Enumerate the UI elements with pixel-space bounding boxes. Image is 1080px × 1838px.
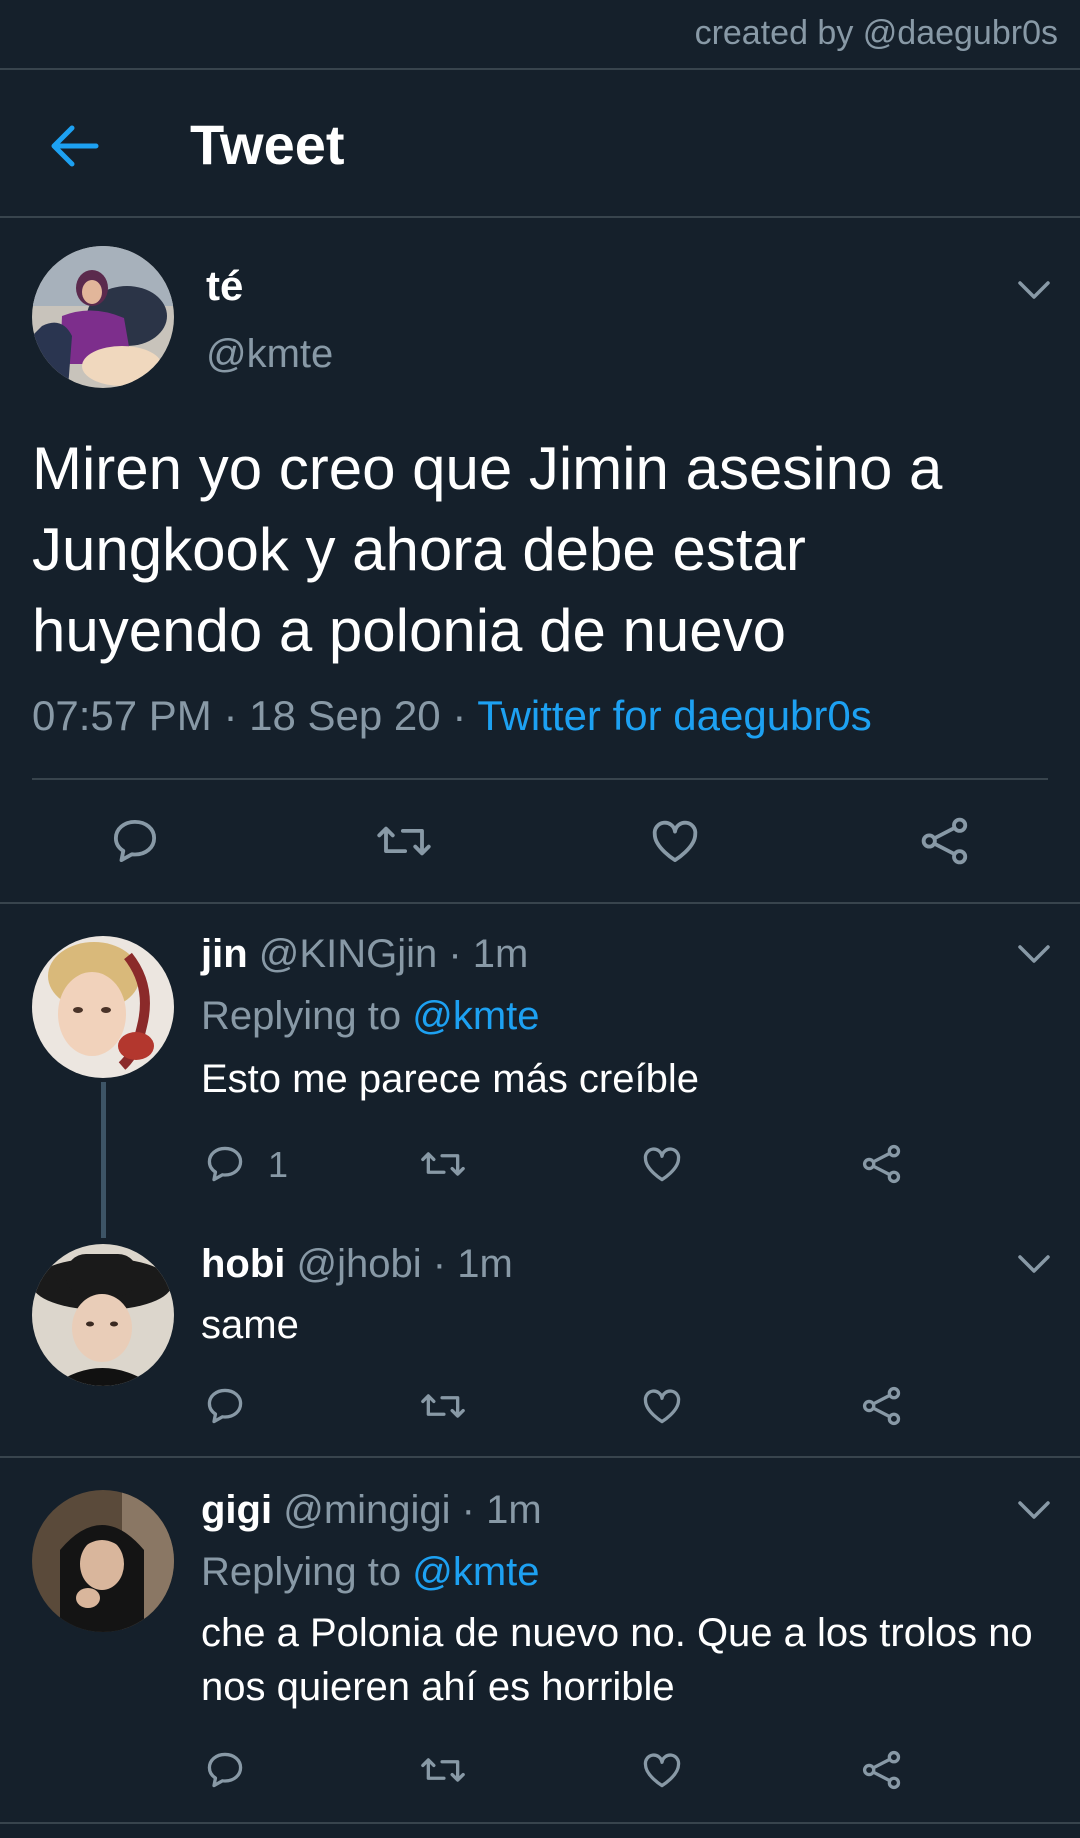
tweet-author-handle[interactable]: @kmte xyxy=(206,332,333,377)
reply-author-handle[interactable]: @jhobi xyxy=(297,1242,422,1286)
back-button[interactable] xyxy=(46,118,102,174)
tweet-author-name[interactable]: té xyxy=(206,262,243,310)
retweet-icon xyxy=(421,1152,465,1176)
tweet-date: 18 Sep 20 xyxy=(249,692,441,739)
chevron-down-icon xyxy=(1018,945,1050,963)
avatar[interactable] xyxy=(32,246,174,388)
share-icon xyxy=(862,1386,901,1426)
divider xyxy=(0,1456,1080,1458)
tweet-text: Miren yo creo que Jimin asesino a Jungko… xyxy=(32,435,943,664)
retweet-icon xyxy=(377,826,431,856)
reply-header: gigi @mingigi · 1m xyxy=(201,1488,542,1533)
like-button[interactable] xyxy=(640,1142,684,1186)
reply-author-handle[interactable]: @KINGjin xyxy=(259,932,437,976)
separator: · xyxy=(432,1242,447,1286)
reply-header: jin @KINGjin · 1m xyxy=(201,932,528,977)
reply-age: 1m xyxy=(472,932,529,976)
retweet-button[interactable] xyxy=(418,1142,468,1186)
more-button[interactable] xyxy=(1016,278,1052,302)
tweet-meta: 07:57 PM · 18 Sep 20 · Twitter for daegu… xyxy=(32,692,872,740)
credit-label: created by @daegubr0s xyxy=(694,14,1058,52)
reply-count: 1 xyxy=(268,1144,289,1185)
retweet-button[interactable] xyxy=(374,814,434,868)
arrow-left-icon xyxy=(51,125,99,167)
reply-age: 1m xyxy=(486,1488,542,1532)
divider xyxy=(0,902,1080,904)
reply-button[interactable] xyxy=(203,1384,247,1428)
replying-to: Replying to @kmte xyxy=(201,994,540,1039)
heart-icon xyxy=(643,1753,681,1788)
more-button[interactable] xyxy=(1016,942,1052,966)
reply-age: 1m xyxy=(457,1242,513,1286)
tweet-time: 07:57 PM xyxy=(32,692,212,739)
share-icon xyxy=(862,1144,901,1184)
share-button[interactable] xyxy=(918,814,972,868)
heart-icon xyxy=(652,820,698,863)
divider xyxy=(0,68,1080,70)
separator: · xyxy=(223,692,238,739)
separator: · xyxy=(452,692,467,739)
like-button[interactable] xyxy=(648,814,702,868)
retweet-icon xyxy=(421,1758,465,1782)
comment-icon xyxy=(207,1146,243,1182)
like-button[interactable] xyxy=(640,1384,684,1428)
page-title: Tweet xyxy=(190,113,345,176)
reply-text: che a Polonia de nuevo no. Que a los tro… xyxy=(201,1611,1033,1709)
reply-author-name[interactable]: hobi xyxy=(201,1242,285,1286)
comment-icon xyxy=(207,1388,243,1424)
reply-header: hobi @jhobi · 1m xyxy=(201,1242,513,1287)
replying-to-prefix: Replying to xyxy=(201,994,402,1038)
replying-to-link[interactable]: @kmte xyxy=(412,994,539,1038)
replying-to-link[interactable]: @kmte xyxy=(412,1550,539,1594)
avatar[interactable] xyxy=(32,1244,174,1386)
replying-to-prefix: Replying to xyxy=(201,1550,402,1594)
more-button[interactable] xyxy=(1016,1252,1052,1276)
reply-button[interactable] xyxy=(203,1748,247,1792)
chevron-down-icon xyxy=(1018,1255,1050,1273)
heart-icon xyxy=(643,1147,681,1182)
share-icon xyxy=(921,817,968,865)
divider xyxy=(0,1822,1080,1824)
reply-text: Esto me parece más creíble xyxy=(201,1057,699,1101)
retweet-icon xyxy=(421,1394,465,1418)
chevron-down-icon xyxy=(1018,1501,1050,1519)
share-button[interactable] xyxy=(860,1748,904,1792)
avatar[interactable] xyxy=(32,936,174,1078)
share-button[interactable] xyxy=(860,1384,904,1428)
divider xyxy=(32,778,1048,780)
tweet-source-link[interactable]: Twitter for daegubr0s xyxy=(477,692,872,739)
share-button[interactable] xyxy=(860,1142,904,1186)
retweet-button[interactable] xyxy=(418,1384,468,1428)
more-button[interactable] xyxy=(1016,1498,1052,1522)
comment-icon xyxy=(207,1752,243,1788)
like-button[interactable] xyxy=(640,1748,684,1792)
avatar[interactable] xyxy=(32,1490,174,1632)
thread-line xyxy=(101,1082,106,1238)
reply-author-handle[interactable]: @mingigi xyxy=(283,1488,450,1532)
divider xyxy=(0,216,1080,218)
chevron-down-icon xyxy=(1018,281,1050,299)
heart-icon xyxy=(643,1389,681,1424)
replying-to: Replying to @kmte xyxy=(201,1550,540,1595)
reply-button[interactable] xyxy=(203,1142,247,1186)
separator: · xyxy=(461,1488,475,1532)
reply-text: same xyxy=(201,1303,299,1347)
reply-author-name[interactable]: gigi xyxy=(201,1488,272,1532)
retweet-button[interactable] xyxy=(418,1748,468,1792)
comment-icon xyxy=(113,819,157,863)
share-icon xyxy=(862,1750,901,1790)
reply-button[interactable] xyxy=(108,814,162,868)
separator: · xyxy=(448,932,462,976)
reply-author-name[interactable]: jin xyxy=(201,932,248,976)
